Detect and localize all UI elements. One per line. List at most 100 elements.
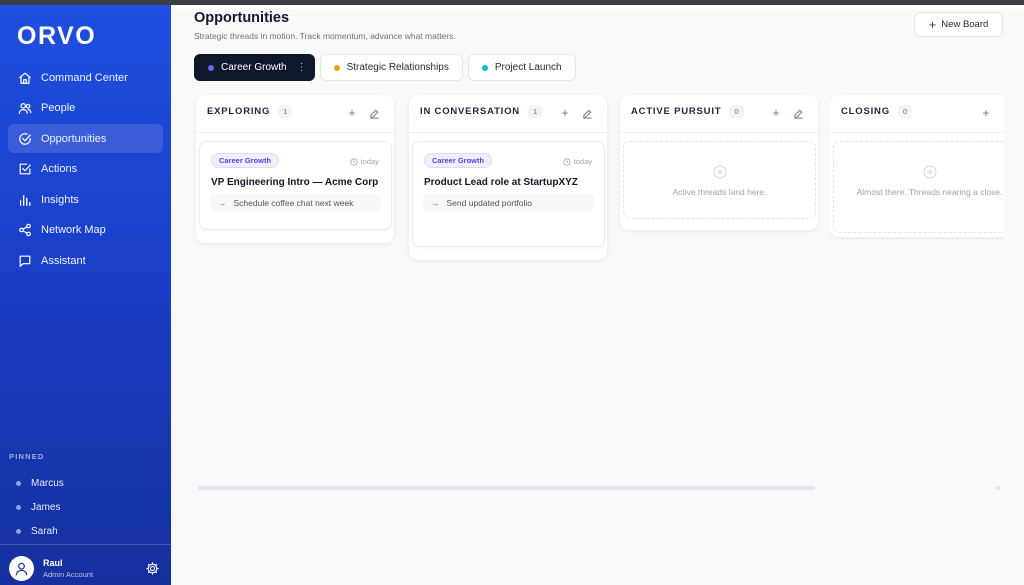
pinned-list: Marcus James Sarah <box>16 472 64 543</box>
plus-circle-icon <box>923 165 936 179</box>
tab-color-dot <box>208 64 214 71</box>
clock-icon <box>563 157 571 166</box>
pinned-item-marcus[interactable]: Marcus <box>16 472 64 496</box>
tag-badge: Career Growth <box>211 153 280 168</box>
user-icon <box>15 562 28 576</box>
tag-badge: Career Growth <box>424 153 493 168</box>
pinned-dot <box>16 505 21 511</box>
add-icon[interactable]: + <box>559 106 571 120</box>
sidebar-item-opportunities[interactable]: Opportunities <box>8 124 163 154</box>
column-count: 1 <box>527 105 543 118</box>
user-name: Raul <box>43 558 63 568</box>
tab-project-launch[interactable]: Project Launch <box>467 54 576 81</box>
tab-label: Project Launch <box>494 62 562 73</box>
next-action[interactable]: → Send updated portfolio <box>423 194 594 212</box>
add-icon[interactable]: + <box>770 106 782 120</box>
opportunity-card[interactable]: Career Growth today VP Engineering Intro… <box>199 141 392 230</box>
more-vertical-icon[interactable]: ⋮ <box>297 62 307 73</box>
plus-circle-icon <box>713 165 726 179</box>
column-title: ACTIVE PURSUIT <box>631 106 722 117</box>
check-square-icon <box>19 163 31 175</box>
sidebar-item-label: Network Map <box>41 224 106 237</box>
empty-drop-zone[interactable]: Almost there. Threads nearing a close. <box>833 141 1004 233</box>
column-divider <box>196 132 394 133</box>
column-count: 0 <box>897 105 913 118</box>
sidebar-item-label: Insights <box>41 193 79 206</box>
sidebar-nav: Command Center People Opportunities Acti… <box>8 63 163 277</box>
sidebar-item-assistant[interactable]: Assistant <box>8 247 163 276</box>
gear-icon[interactable] <box>145 561 160 576</box>
pinned-item-label: Sarah <box>31 525 58 537</box>
edit-icon[interactable] <box>581 107 593 119</box>
sidebar-item-network-map[interactable]: Network Map <box>8 216 163 245</box>
card-title: Product Lead role at StartupXYZ <box>424 177 578 188</box>
column-count: 1 <box>278 105 293 118</box>
column-divider <box>409 132 607 133</box>
column-title: CLOSING <box>841 106 890 117</box>
page-title: Opportunities <box>194 10 290 26</box>
tab-label: Strategic Relationships <box>346 62 449 73</box>
pinned-item-sarah[interactable]: Sarah <box>16 520 64 544</box>
pinned-item-label: Marcus <box>31 478 64 490</box>
empty-state-text: Almost there. Threads nearing a close. <box>856 187 1003 197</box>
sidebar-item-command-center[interactable]: Command Center <box>8 63 163 92</box>
opportunity-card[interactable]: Career Growth today Product Lead role at… <box>412 141 605 247</box>
app-logo: ORVO <box>17 22 97 50</box>
pinned-heading: PINNED <box>9 452 45 461</box>
chat-icon <box>19 255 31 267</box>
column-count: 0 <box>729 105 744 118</box>
users-icon <box>18 103 32 114</box>
page-subtitle: Strategic threads in motion. Track momen… <box>194 31 456 41</box>
sidebar-item-insights[interactable]: Insights <box>8 185 163 214</box>
clock-icon <box>350 157 358 166</box>
bar-chart-icon <box>19 194 31 206</box>
arrow-right-icon: → <box>431 198 440 208</box>
column-in-conversation: IN CONVERSATION 1 + Career Growth today P… <box>409 95 607 260</box>
column-closing: CLOSING 0 + Almost there. Threads nearing… <box>830 95 1004 237</box>
user-profile[interactable]: Raul Admin Account <box>9 556 93 581</box>
column-title: IN CONVERSATION <box>420 106 520 117</box>
edit-icon[interactable] <box>1002 107 1004 119</box>
sidebar-item-label: Opportunities <box>41 132 107 145</box>
pinned-dot <box>16 481 21 487</box>
next-action-label: Schedule coffee chat next week <box>233 198 354 208</box>
horizontal-scrollbar[interactable] <box>198 486 815 490</box>
pinned-item-james[interactable]: James <box>16 496 64 520</box>
pinned-dot <box>16 528 21 534</box>
new-board-label: New Board <box>941 19 989 30</box>
column-active-pursuit: ACTIVE PURSUIT 0 + Active threads land he… <box>620 95 818 230</box>
user-role: Admin Account <box>43 570 94 579</box>
sidebar: ORVO Command Center People Opportunities… <box>0 5 171 585</box>
sidebar-item-label: Actions <box>41 163 78 176</box>
sidebar-item-label: People <box>41 102 76 115</box>
tab-strategic-relationships[interactable]: Strategic Relationships <box>319 54 463 81</box>
board-tabs: Career Growth ⋮ Strategic Relationships … <box>194 54 581 81</box>
add-icon[interactable]: + <box>346 106 358 120</box>
sidebar-item-label: Command Center <box>41 71 128 84</box>
tab-color-dot <box>333 64 340 71</box>
column-title: EXPLORING <box>207 106 271 117</box>
column-divider <box>830 132 1004 133</box>
column-clip: CLOSING 0 + Almost there. Threads nearing… <box>830 89 1004 259</box>
main-content: Opportunities Strategic threads in motio… <box>171 9 1024 585</box>
arrow-right-icon: → <box>218 198 227 208</box>
edit-icon[interactable] <box>792 107 804 119</box>
avatar <box>9 556 34 581</box>
card-title: VP Engineering Intro — Acme Corp <box>211 177 379 188</box>
share-icon <box>19 224 31 237</box>
new-board-button[interactable]: + New Board <box>914 12 1003 37</box>
sidebar-item-label: Assistant <box>41 255 86 268</box>
add-icon[interactable]: + <box>980 106 992 120</box>
edit-icon[interactable] <box>368 107 380 119</box>
sidebar-item-people[interactable]: People <box>8 94 163 123</box>
sidebar-item-actions[interactable]: Actions <box>8 155 163 184</box>
card-timestamp: today <box>350 157 379 166</box>
empty-drop-zone[interactable]: Active threads land here. <box>623 141 816 219</box>
column-exploring: EXPLORING 1 + Career Growth today VP Engi… <box>196 95 394 243</box>
tab-label: Career Growth <box>221 62 287 73</box>
plus-icon: + <box>928 17 937 32</box>
next-action[interactable]: → Schedule coffee chat next week <box>210 194 381 212</box>
tab-career-growth[interactable]: Career Growth ⋮ <box>194 54 315 81</box>
empty-state-text: Active threads land here. <box>672 187 767 197</box>
scrollbar-end <box>996 486 1000 490</box>
